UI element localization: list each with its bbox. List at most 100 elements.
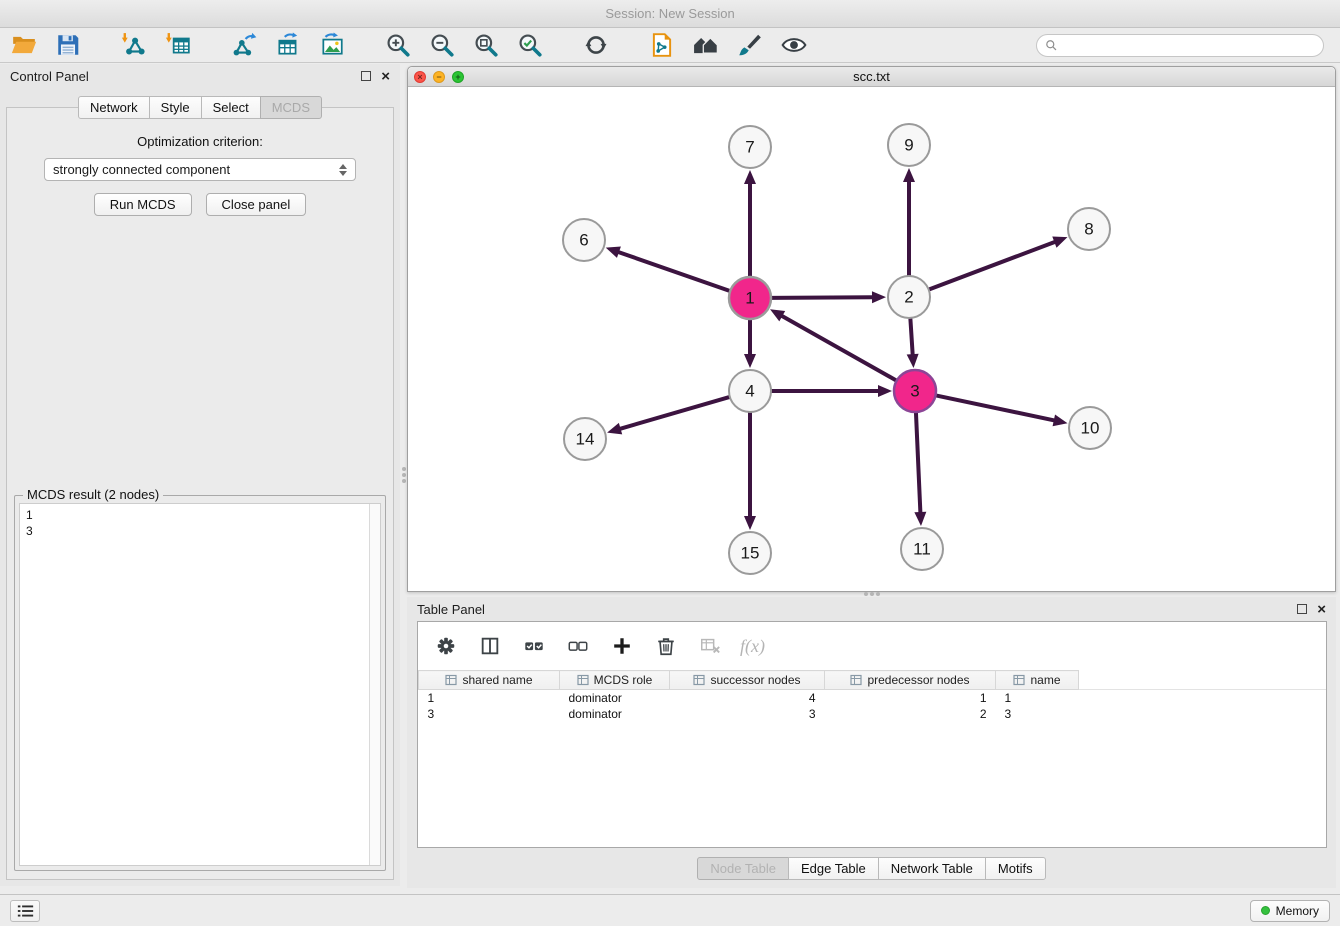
graph-node-3[interactable]: 3 <box>894 370 936 412</box>
graph-node-1[interactable]: 1 <box>729 277 771 319</box>
horizontal-splitter[interactable] <box>407 590 1336 597</box>
criterion-value: strongly connected component <box>53 162 230 177</box>
search-input[interactable] <box>1063 38 1315 52</box>
table-cell[interactable]: dominator <box>560 690 670 706</box>
graph-edge-3-1[interactable] <box>782 316 896 380</box>
tab-node-table[interactable]: Node Table <box>697 857 789 880</box>
export-table-button[interactable] <box>272 30 304 60</box>
table-cell[interactable]: 1 <box>825 690 996 706</box>
network-canvas[interactable]: 7 9 6 8 1 2 4 3 14 10 15 11 <box>408 88 1335 592</box>
vertical-splitter[interactable] <box>400 64 407 886</box>
attribute-icon <box>850 674 862 686</box>
graph-node-9[interactable]: 9 <box>888 124 930 166</box>
create-new-column-button[interactable] <box>608 632 636 660</box>
zoom-out-button[interactable] <box>426 30 458 60</box>
table-import-icon <box>165 32 191 58</box>
float-panel-icon[interactable] <box>361 71 371 81</box>
task-history-button[interactable] <box>10 900 40 922</box>
criterion-dropdown[interactable]: strongly connected component <box>44 158 356 181</box>
table-cell[interactable]: 3 <box>670 706 825 722</box>
tab-edge-table[interactable]: Edge Table <box>788 857 879 880</box>
attribute-icon <box>1013 674 1025 686</box>
tab-mcds[interactable]: MCDS <box>260 96 322 119</box>
maximize-window-button[interactable]: + <box>452 71 464 83</box>
table-cell[interactable]: 3 <box>996 706 1079 722</box>
unselect-all-columns-button[interactable] <box>564 632 592 660</box>
svg-text:10: 10 <box>1081 419 1100 438</box>
graph-edge-3-10[interactable] <box>937 396 1054 421</box>
table-cell[interactable]: 4 <box>670 690 825 706</box>
column-header-name[interactable]: name <box>996 671 1079 690</box>
export-network-button[interactable] <box>228 30 260 60</box>
tab-network-table[interactable]: Network Table <box>878 857 986 880</box>
import-public-databases-button[interactable] <box>646 30 678 60</box>
table-panel-title: Table Panel <box>417 602 485 617</box>
zoom-selected-button[interactable] <box>514 30 546 60</box>
export-image-button[interactable] <box>316 30 348 60</box>
delete-columns-button[interactable] <box>652 632 680 660</box>
show-graphics-details-button[interactable] <box>778 30 810 60</box>
graph-node-8[interactable]: 8 <box>1068 208 1110 250</box>
minimize-window-button[interactable]: − <box>433 71 445 83</box>
graph-edge-1-2[interactable] <box>772 297 872 298</box>
graph-edge-3-11[interactable] <box>916 413 920 512</box>
column-header-mcds-role[interactable]: MCDS role <box>560 671 670 690</box>
open-session-button[interactable] <box>8 30 40 60</box>
column-header-successor-nodes[interactable]: successor nodes <box>670 671 825 690</box>
column-header-shared-name[interactable]: shared name <box>419 671 560 690</box>
table-settings-button[interactable] <box>432 632 460 660</box>
tab-style[interactable]: Style <box>149 96 202 119</box>
table-cell[interactable]: 2 <box>825 706 996 722</box>
graph-edge-2-8[interactable] <box>930 242 1055 289</box>
column-header-predecessor-nodes[interactable]: predecessor nodes <box>825 671 996 690</box>
svg-text:11: 11 <box>913 540 931 559</box>
close-window-button[interactable]: × <box>414 71 426 83</box>
mcds-result-item[interactable]: 3 <box>26 523 363 539</box>
titlebar: Session: New Session <box>0 0 1340 28</box>
graph-node-14[interactable]: 14 <box>564 418 606 460</box>
tab-select[interactable]: Select <box>201 96 261 119</box>
graph-node-2[interactable]: 2 <box>888 276 930 318</box>
import-table-from-file-button[interactable] <box>162 30 194 60</box>
tab-motifs[interactable]: Motifs <box>985 857 1046 880</box>
show-columns-button[interactable] <box>476 632 504 660</box>
delete-table-button[interactable] <box>696 632 724 660</box>
table-cell[interactable]: 3 <box>419 706 560 722</box>
save-session-button[interactable] <box>52 30 84 60</box>
table-cell[interactable]: 1 <box>419 690 560 706</box>
run-mcds-button[interactable]: Run MCDS <box>94 193 192 216</box>
close-panel-icon[interactable]: × <box>381 69 390 84</box>
mcds-result-item[interactable]: 1 <box>26 507 363 523</box>
zoom-fit-button[interactable] <box>470 30 502 60</box>
graph-node-15[interactable]: 15 <box>729 532 771 574</box>
refresh-button[interactable] <box>580 30 612 60</box>
tab-network[interactable]: Network <box>78 96 150 119</box>
graph-node-6[interactable]: 6 <box>563 219 605 261</box>
open-recent-button[interactable] <box>690 30 722 60</box>
graph-node-10[interactable]: 10 <box>1069 407 1111 449</box>
table-row[interactable]: 1dominator411 <box>419 690 1327 706</box>
float-table-panel-icon[interactable] <box>1297 604 1307 614</box>
zoom-in-button[interactable] <box>382 30 414 60</box>
graph-edge-2-3[interactable] <box>910 319 912 354</box>
close-table-panel-icon[interactable]: × <box>1317 602 1326 617</box>
close-panel-button[interactable]: Close panel <box>206 193 307 216</box>
apply-style-button[interactable] <box>734 30 766 60</box>
import-network-from-file-button[interactable] <box>118 30 150 60</box>
graph-node-11[interactable]: 11 <box>901 528 943 570</box>
table-cell[interactable]: 1 <box>996 690 1079 706</box>
graph-edge-4-14[interactable] <box>621 397 729 429</box>
svg-text:7: 7 <box>745 138 754 157</box>
graph-node-4[interactable]: 4 <box>729 370 771 412</box>
table-row[interactable]: 3dominator323 <box>419 706 1327 722</box>
graph-edge-1-6[interactable] <box>619 252 729 291</box>
result-scrollbar[interactable] <box>369 504 380 865</box>
trash-icon <box>655 635 677 657</box>
select-all-columns-button[interactable] <box>520 632 548 660</box>
memory-button[interactable]: Memory <box>1250 900 1330 922</box>
graph-node-7[interactable]: 7 <box>729 126 771 168</box>
function-builder-button[interactable]: f(x) <box>740 636 765 657</box>
table-cell[interactable]: dominator <box>560 706 670 722</box>
search-field[interactable] <box>1036 34 1324 57</box>
splitter-handle <box>864 592 880 596</box>
